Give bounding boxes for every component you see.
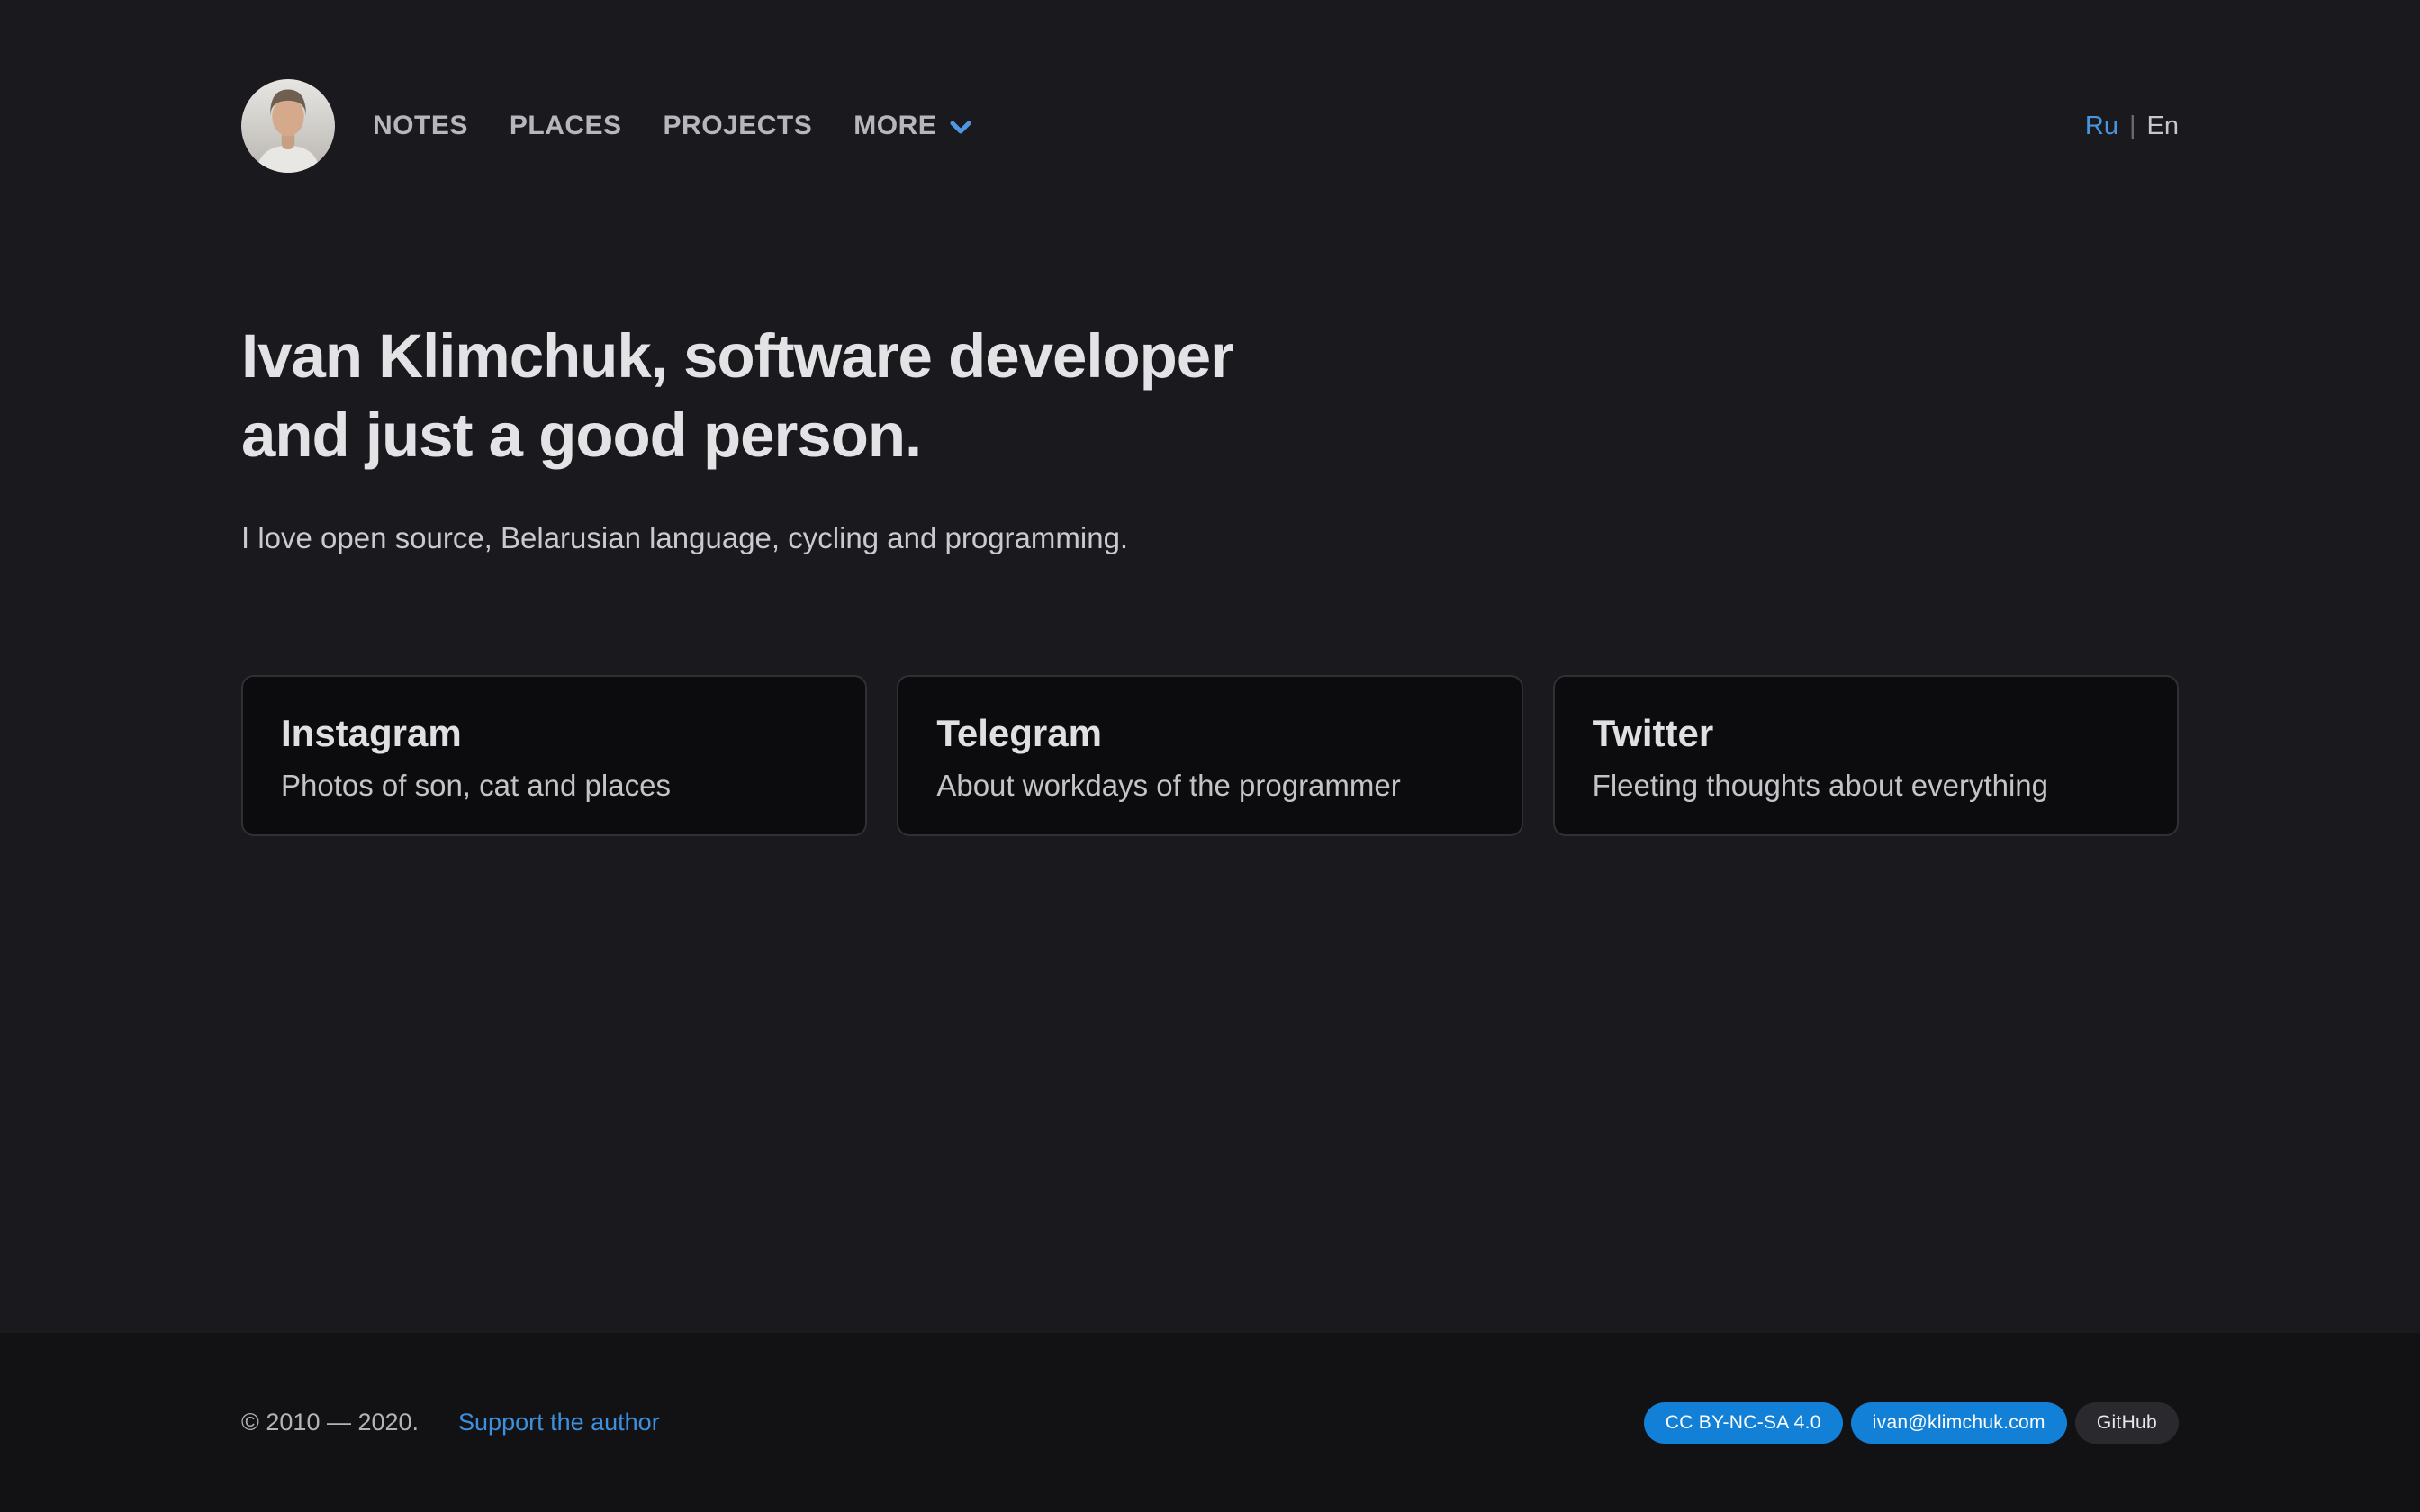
page-title-line-1: Ivan Klimchuk, software developer [241, 317, 2179, 396]
language-switcher: Ru | En [2085, 112, 2179, 141]
card-description: Fleeting thoughts about everything [1593, 767, 2139, 806]
badge-license[interactable]: CC BY-NC-SA 4.0 [1644, 1402, 1843, 1444]
nav-item-places[interactable]: PLACES [510, 111, 622, 141]
card-description: Photos of son, cat and places [281, 767, 827, 806]
card-telegram[interactable]: Telegram About workdays of the programme… [897, 675, 1522, 836]
nav-item-more[interactable]: MORE [853, 111, 972, 141]
nav-item-notes[interactable]: NOTES [373, 111, 468, 141]
card-twitter[interactable]: Twitter Fleeting thoughts about everythi… [1553, 675, 2179, 836]
card-title: Twitter [1593, 711, 2139, 756]
main-nav: NOTES PLACES PROJECTS MORE [373, 111, 972, 141]
card-description: About workdays of the programmer [936, 767, 1483, 806]
badge-email[interactable]: ivan@klimchuk.com [1851, 1402, 2067, 1444]
footer-badges: CC BY-NC-SA 4.0 ivan@klimchuk.com GitHub [1644, 1402, 2179, 1444]
card-title: Instagram [281, 711, 827, 756]
avatar[interactable] [241, 79, 335, 173]
support-author-link[interactable]: Support the author [458, 1408, 660, 1436]
social-cards: Instagram Photos of son, cat and places … [241, 675, 2179, 836]
page-subtitle: I love open source, Belarusian language,… [241, 518, 2179, 558]
language-separator: | [2129, 112, 2136, 141]
main-content: Ivan Klimchuk, software developer and ju… [241, 173, 2179, 1333]
card-instagram[interactable]: Instagram Photos of son, cat and places [241, 675, 867, 836]
language-current-en: En [2147, 112, 2179, 141]
footer-left: © 2010 — 2020. Support the author [241, 1408, 660, 1436]
copyright-text: © 2010 — 2020. [241, 1408, 419, 1436]
nav-item-projects[interactable]: PROJECTS [664, 111, 813, 141]
chevron-down-icon [949, 120, 972, 136]
card-title: Telegram [936, 711, 1483, 756]
badge-github[interactable]: GitHub [2075, 1402, 2179, 1444]
nav-item-more-label: MORE [853, 111, 936, 141]
page-title: Ivan Klimchuk, software developer and ju… [241, 317, 2179, 475]
site-header: NOTES PLACES PROJECTS MORE Ru | En [241, 79, 2179, 173]
site-footer: © 2010 — 2020. Support the author CC BY-… [0, 1333, 2420, 1512]
avatar-photo [241, 79, 335, 173]
language-link-ru[interactable]: Ru [2085, 112, 2118, 141]
page-title-line-2: and just a good person. [241, 396, 2179, 475]
